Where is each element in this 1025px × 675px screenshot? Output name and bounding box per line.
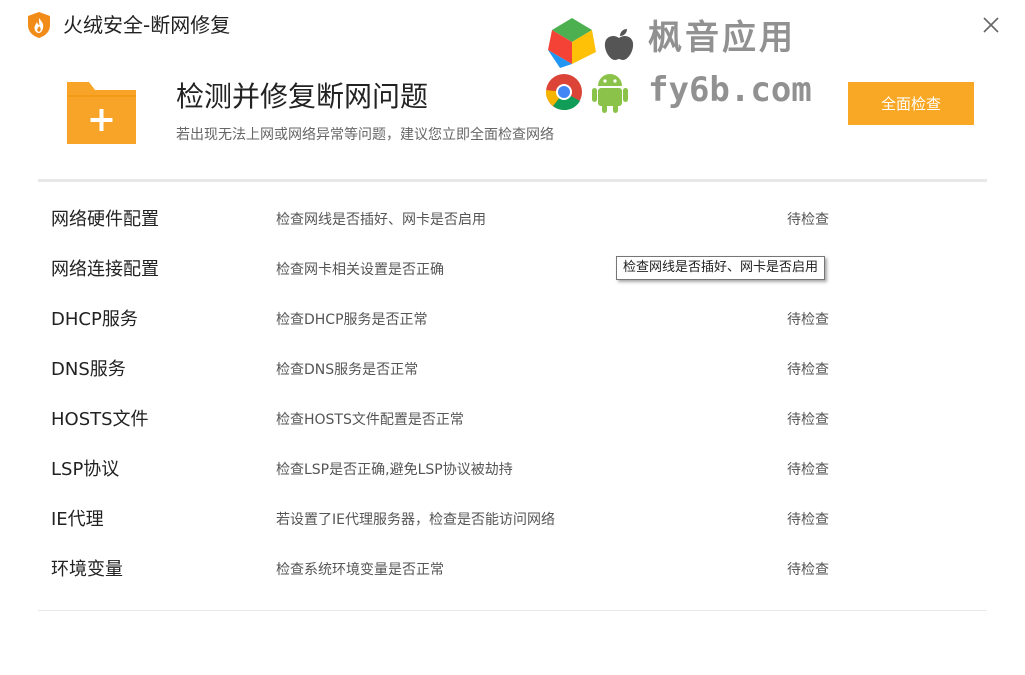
item-name: DNS服务 <box>51 359 126 380</box>
item-description: 检查DHCP服务是否正常 <box>276 312 428 328</box>
apple-logo-icon <box>604 29 634 60</box>
item-name: 网络硬件配置 <box>51 209 159 230</box>
item-description: 若设置了IE代理服务器，检查是否能访问网络 <box>276 512 555 528</box>
item-name: 网络连接配置 <box>51 259 159 280</box>
list-item: HOSTS文件 检查HOSTS文件配置是否正常 待检查 <box>0 395 1025 445</box>
item-status: 待检查 <box>787 462 829 478</box>
list-item: DHCP服务 检查DHCP服务是否正常 待检查 <box>0 295 1025 345</box>
item-description: 检查DNS服务是否正常 <box>276 362 419 378</box>
list-item: IE代理 若设置了IE代理服务器，检查是否能访问网络 待检查 <box>0 495 1025 545</box>
close-icon[interactable] <box>980 14 1002 36</box>
item-description: 检查LSP是否正确,避免LSP协议被劫持 <box>276 462 513 478</box>
item-description: 检查网线是否插好、网卡是否启用 <box>276 212 486 228</box>
full-check-button[interactable]: 全面检查 <box>848 82 974 125</box>
item-status: 待检查 <box>787 362 829 378</box>
item-status: 待检查 <box>787 212 829 228</box>
item-description: 检查系统环境变量是否正常 <box>276 562 444 578</box>
item-name: DHCP服务 <box>51 309 138 330</box>
watermark-title: 枫音应用 <box>648 18 796 58</box>
title-bar: 火绒安全-断网修复 <box>0 0 1025 50</box>
item-description: 检查网卡相关设置是否正确 <box>276 262 444 278</box>
divider <box>38 610 987 611</box>
tooltip: 检查网线是否插好、网卡是否启用 <box>616 256 826 280</box>
window-title: 火绒安全-断网修复 <box>63 13 231 37</box>
item-status: 待检查 <box>787 562 829 578</box>
list-item: 环境变量 检查系统环境变量是否正常 待检查 <box>0 545 1025 595</box>
list-item: LSP协议 检查LSP是否正确,避免LSP协议被劫持 待检查 <box>0 445 1025 495</box>
page-title: 检测并修复断网问题 <box>176 80 429 113</box>
item-name: IE代理 <box>51 509 104 530</box>
item-status: 待检查 <box>787 312 829 328</box>
flame-shield-icon <box>28 12 50 38</box>
item-name: LSP协议 <box>51 459 120 480</box>
check-item-list: 网络硬件配置 检查网线是否插好、网卡是否启用 待检查 网络连接配置 检查网卡相关… <box>0 195 1025 595</box>
list-item: 网络连接配置 检查网卡相关设置是否正确 <box>0 245 1025 295</box>
item-status: 待检查 <box>787 512 829 528</box>
item-name: 环境变量 <box>51 559 123 580</box>
list-item: 网络硬件配置 检查网线是否插好、网卡是否启用 待检查 <box>0 195 1025 245</box>
page-subtitle: 若出现无法上网或网络异常等问题，建议您立即全面检查网络 <box>176 127 554 143</box>
windows-logo-icon <box>548 18 596 68</box>
folder-plus-icon <box>67 82 136 144</box>
divider <box>38 179 987 182</box>
list-item: DNS服务 检查DNS服务是否正常 待检查 <box>0 345 1025 395</box>
item-status: 待检查 <box>787 412 829 428</box>
header-section: 检测并修复断网问题 若出现无法上网或网络异常等问题，建议您立即全面检查网络 全面… <box>0 70 1025 170</box>
item-name: HOSTS文件 <box>51 409 149 430</box>
item-description: 检查HOSTS文件配置是否正常 <box>276 412 464 428</box>
